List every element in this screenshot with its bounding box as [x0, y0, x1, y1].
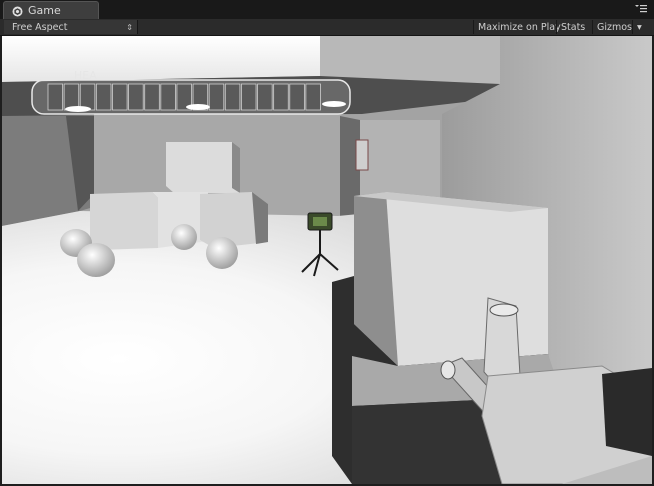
sphere-3: [171, 224, 197, 250]
health-segment: [79, 83, 96, 111]
tab-label: Game: [28, 4, 61, 17]
tab-bar: Game: [0, 0, 654, 19]
health-segment: [305, 83, 321, 111]
aspect-dropdown[interactable]: Free Aspect ⇕: [4, 20, 138, 34]
health-segment: [128, 83, 144, 111]
tab-game[interactable]: Game: [3, 1, 99, 19]
sphere-4: [206, 237, 238, 269]
game-toolbar: Free Aspect ⇕ Maximize on Play Stats Giz…: [0, 19, 654, 36]
gizmos-button[interactable]: Gizmos: [592, 20, 636, 34]
ceiling-light: [2, 36, 320, 82]
health-segment: [241, 83, 257, 111]
health-segment: [224, 83, 241, 111]
health-segment: [112, 83, 128, 111]
panel-menu-icon[interactable]: [634, 3, 648, 15]
door-sign: [355, 139, 369, 171]
health-segment: [208, 83, 225, 111]
health-segment: [160, 83, 176, 111]
game-scene: HEA: [2, 36, 652, 484]
aspect-dropdown-label: Free Aspect: [12, 22, 68, 33]
health-label: HEA: [74, 69, 97, 82]
game-viewport[interactable]: HEA: [2, 36, 652, 484]
sphere-2: [77, 243, 115, 277]
crate-left: [90, 192, 158, 250]
gizmos-dropdown-arrow-icon[interactable]: ▾: [632, 20, 646, 34]
health-segment: [257, 83, 273, 111]
health-segment: [273, 83, 289, 111]
unity-logo-icon: [12, 5, 23, 17]
health-segment: [95, 83, 112, 111]
crate-top-side: [232, 142, 240, 193]
health-segment: [144, 83, 160, 111]
health-segment: [47, 83, 64, 111]
stats-button[interactable]: Stats: [556, 20, 589, 34]
maximize-on-play-button[interactable]: Maximize on Play: [473, 20, 565, 34]
crate-top: [166, 142, 240, 193]
dropdown-arrows-icon: ⇕: [126, 23, 133, 32]
health-segment: [289, 83, 305, 111]
large-crate-front: [386, 192, 548, 366]
